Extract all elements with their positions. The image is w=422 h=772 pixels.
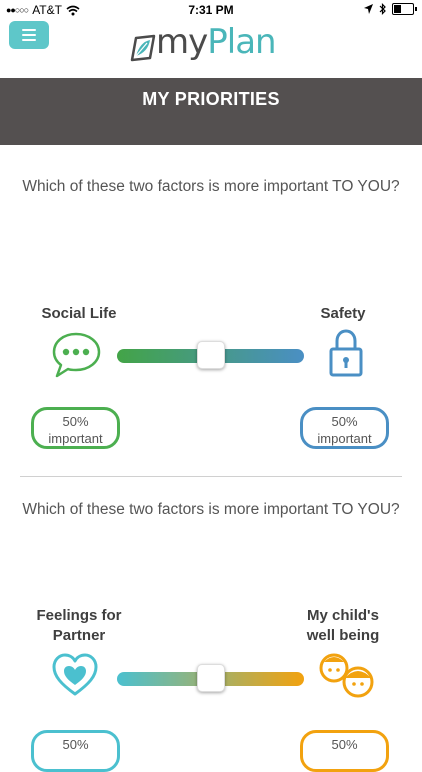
- battery-icon: [392, 3, 417, 15]
- app-header: myPlan: [0, 20, 422, 78]
- left-percent-badge-2: 50%: [31, 730, 120, 772]
- factor-right-label-2: My child's well being: [306, 607, 380, 644]
- logo-my-text: my: [156, 22, 208, 62]
- left-percent-suffix-1: important: [48, 431, 103, 446]
- left-percent-1: 50%: [62, 414, 89, 429]
- location-arrow-icon: [364, 4, 373, 14]
- right-percent-2: 50%: [331, 737, 358, 752]
- left-percent-badge-1: 50% important: [31, 407, 120, 449]
- section-divider: [20, 476, 402, 477]
- factor-left-label-1: Social Life: [41, 305, 117, 322]
- status-time: 7:31 PM: [188, 3, 234, 17]
- right-percent-1: 50%: [331, 414, 358, 429]
- page-title: MY PRIORITIES: [142, 89, 280, 109]
- status-right: [364, 3, 417, 15]
- status-bar: ●●○○○ AT&T 7:31 PM: [0, 0, 422, 20]
- logo-plan-text: Plan: [207, 22, 276, 62]
- bluetooth-icon: [379, 3, 386, 15]
- hamburger-icon: [22, 29, 36, 31]
- right-percent-badge-1: 50% important: [300, 407, 389, 449]
- slider-handle-1[interactable]: [196, 341, 225, 369]
- slider-handle-2[interactable]: [196, 664, 225, 692]
- factor-left-label-2: Feelings for Partner: [36, 607, 122, 644]
- heart-icon: [52, 653, 98, 696]
- priority-slider-2[interactable]: [117, 664, 304, 692]
- leaf-logo-icon: [130, 34, 156, 62]
- title-bar: MY PRIORITIES: [0, 78, 422, 145]
- right-percent-badge-2: 50%: [300, 730, 389, 772]
- chat-bubble-icon: [52, 332, 101, 378]
- right-percent-suffix-1: important: [317, 431, 372, 446]
- child-faces-icon: [319, 653, 374, 698]
- left-percent-2: 50%: [62, 737, 89, 752]
- priority-slider-1[interactable]: [117, 341, 304, 369]
- menu-button[interactable]: [9, 21, 49, 49]
- logo: myPlan: [130, 22, 277, 62]
- lock-icon: [329, 329, 363, 377]
- factor-right-label-1: Safety: [320, 305, 366, 322]
- question-text-2: Which of these two factors is more impor…: [22, 501, 400, 518]
- question-text-1: Which of these two factors is more impor…: [22, 178, 400, 195]
